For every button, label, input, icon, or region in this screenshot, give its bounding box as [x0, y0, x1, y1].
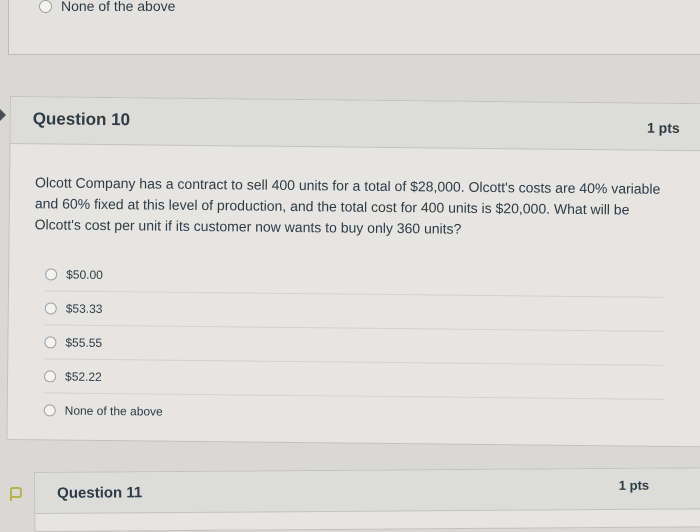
radio-button[interactable] — [44, 301, 57, 315]
radio-button[interactable] — [43, 403, 56, 416]
answer-list: $50.00 $53.33 $55.55 $52.22 None of the … — [43, 257, 666, 433]
question-points: 1 pts — [618, 477, 650, 493]
current-question-caret-icon — [0, 109, 6, 121]
answer-label: $55.55 — [65, 335, 103, 350]
question-header: Question 10 1 pts — [10, 97, 700, 152]
answer-label: $53.33 — [65, 301, 103, 316]
flag-icon[interactable] — [9, 487, 22, 502]
radio-button[interactable] — [44, 369, 57, 382]
question-title: Question 10 — [32, 109, 131, 130]
question-title: Question 11 — [57, 484, 143, 502]
answer-option-none-of-the-above-prev[interactable]: None of the above — [39, 0, 175, 14]
question-points: 1 pts — [646, 119, 680, 137]
answer-label: $50.00 — [66, 267, 103, 282]
question-text: Olcott Company has a contract to sell 40… — [34, 174, 661, 237]
radio-button[interactable] — [45, 267, 58, 281]
question-10-card: Question 10 1 pts Olcott Company has a c… — [6, 96, 700, 448]
question-header: Question 11 1 pts — [35, 468, 700, 514]
previous-question-card: None of the above — [8, 0, 700, 55]
answer-label: None of the above — [64, 403, 163, 419]
answer-label: $52.22 — [64, 369, 102, 384]
answer-option-5[interactable]: None of the above — [43, 392, 664, 433]
radio-button[interactable] — [44, 335, 57, 348]
answer-label: None of the above — [61, 0, 176, 14]
radio-button[interactable] — [39, 0, 52, 13]
question-11-card: Question 11 1 pts — [34, 467, 700, 532]
